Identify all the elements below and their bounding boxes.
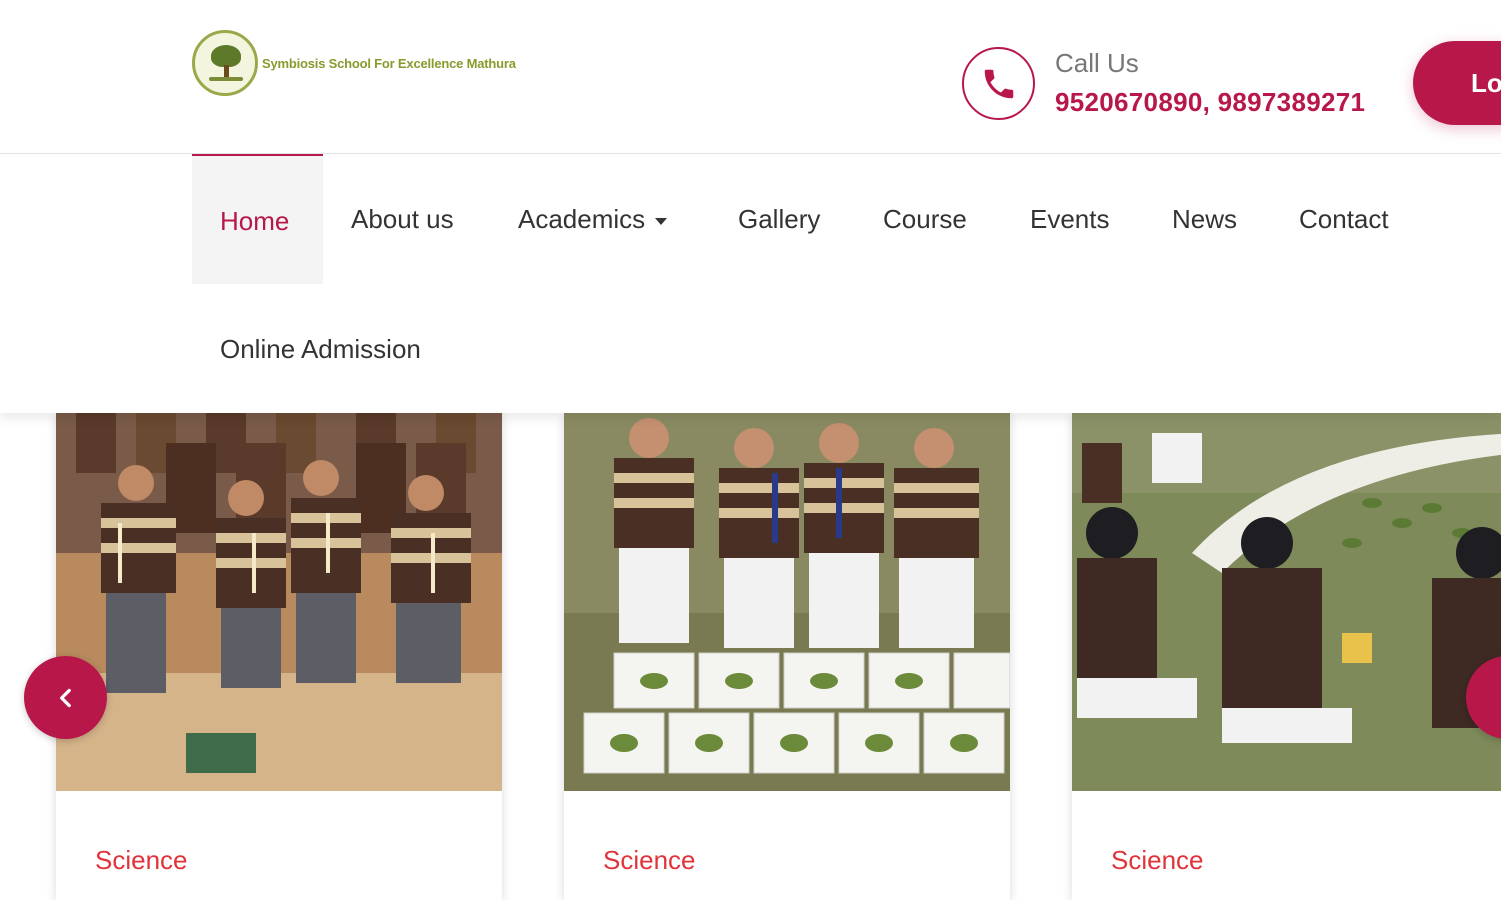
card-category[interactable]: Science <box>603 845 696 876</box>
nav-item-gallery[interactable]: Gallery <box>738 204 820 235</box>
call-us-numbers[interactable]: 9520670890, 9897389271 <box>1055 85 1365 119</box>
school-logo[interactable]: Symbiosis School For Excellence Mathura <box>192 30 516 96</box>
school-name: Symbiosis School For Excellence Mathura <box>262 55 516 71</box>
caret-down-icon <box>655 217 668 225</box>
gallery-carousel: Science Science Science <box>0 413 1501 900</box>
phone-icon <box>962 47 1035 120</box>
card-category[interactable]: Science <box>95 845 188 876</box>
nav-item-home[interactable]: Home <box>192 154 323 284</box>
gallery-card[interactable]: Science <box>1072 413 1501 900</box>
main-navigation: Home About us Academics Gallery Course E… <box>0 154 1501 413</box>
nav-item-contact[interactable]: Contact <box>1299 204 1389 235</box>
nav-item-academics-label: Academics <box>518 204 646 234</box>
school-seal-icon <box>192 30 258 96</box>
chevron-left-icon <box>59 688 71 707</box>
nav-item-academics[interactable]: Academics <box>518 204 668 235</box>
nav-item-online-admission[interactable]: Online Admission <box>220 334 421 365</box>
students-sitting-on-grass-with-leaves-image <box>1072 413 1501 791</box>
students-kneeling-with-candles-image <box>56 413 502 791</box>
nav-item-about-us[interactable]: About us <box>351 204 454 235</box>
nav-item-events[interactable]: Events <box>1030 204 1110 235</box>
card-category[interactable]: Science <box>1111 845 1204 876</box>
students-with-leaf-collection-books-image <box>564 413 1010 791</box>
gallery-card[interactable]: Science <box>564 413 1010 900</box>
nav-item-news[interactable]: News <box>1172 204 1237 235</box>
call-us-label: Call Us <box>1055 47 1139 78</box>
nav-item-course[interactable]: Course <box>883 204 967 235</box>
gallery-card[interactable]: Science <box>56 413 502 900</box>
chevron-right-icon <box>1495 685 1501 711</box>
site-header: Symbiosis School For Excellence Mathura … <box>0 0 1501 154</box>
call-us-block: Call Us 9520670890, 9897389271 <box>962 47 1365 120</box>
login-button[interactable]: Lo <box>1413 41 1501 125</box>
carousel-prev-button[interactable] <box>24 656 107 739</box>
